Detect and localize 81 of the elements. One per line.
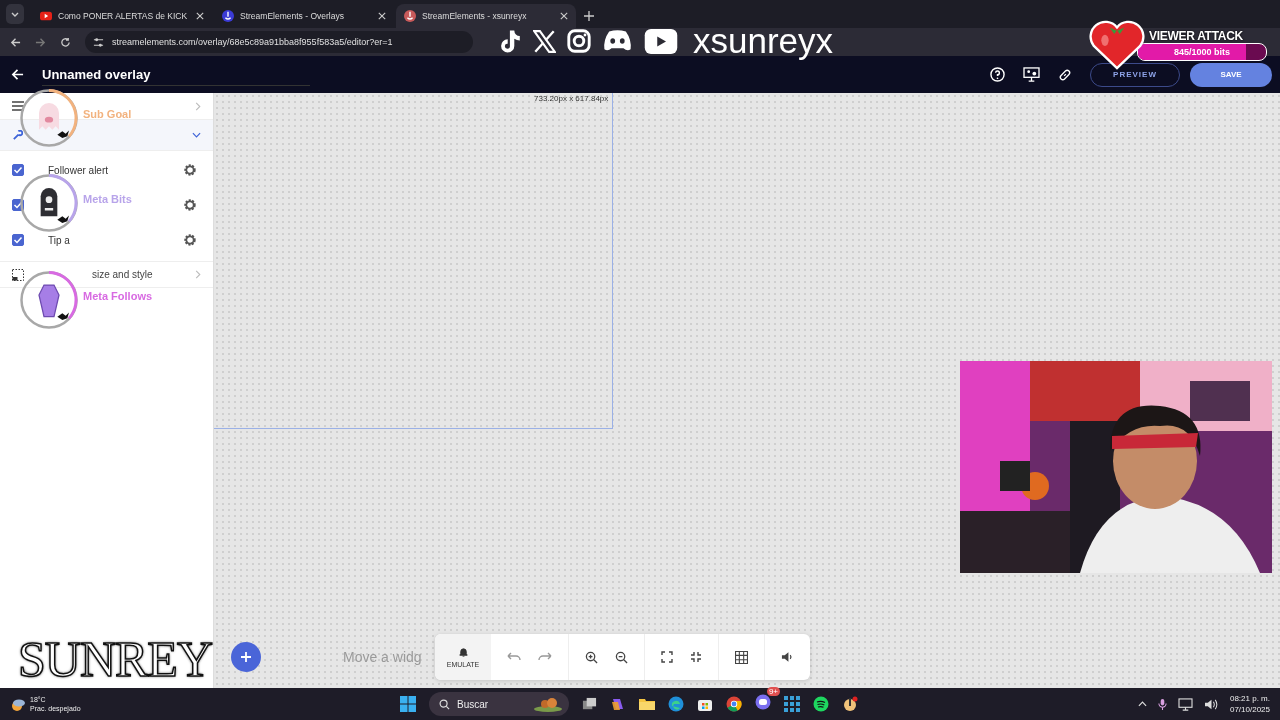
chat-app-icon[interactable] xyxy=(755,694,771,710)
microphone-icon[interactable] xyxy=(1157,697,1167,711)
coffin-icon xyxy=(19,270,79,330)
squirrel-icon xyxy=(533,696,563,712)
edge-browser-icon[interactable] xyxy=(668,696,684,712)
logo-text: SUNREY xyxy=(18,632,213,686)
forward-icon[interactable] xyxy=(35,36,46,48)
overlay-title[interactable]: Unnamed overlay xyxy=(42,63,311,86)
close-icon[interactable] xyxy=(560,12,568,20)
fullscreen-icon[interactable] xyxy=(661,651,673,663)
site-settings-icon[interactable] xyxy=(93,36,104,48)
music-note-icon xyxy=(500,28,522,54)
chevron-up-icon[interactable] xyxy=(1137,701,1147,707)
app-icon[interactable] xyxy=(842,696,858,712)
back-arrow-icon[interactable] xyxy=(11,68,24,81)
notification-badge: 9+ xyxy=(766,687,780,696)
bell-icon xyxy=(457,646,469,658)
wrench-icon xyxy=(12,129,23,141)
hint-text: Move a widg xyxy=(343,649,423,665)
tombstone-icon xyxy=(19,173,79,233)
settings-icon[interactable] xyxy=(183,233,197,247)
size-label: 733.20px x 617.84px xyxy=(534,94,609,103)
channel-handle: xsunreyx xyxy=(693,24,834,58)
redo-icon[interactable] xyxy=(538,652,552,662)
camera-icon xyxy=(567,29,591,53)
browser-tab[interactable]: Como PONER ALERTAS de KICK xyxy=(32,4,212,28)
selection-icon xyxy=(12,268,24,281)
chrome-icon[interactable] xyxy=(726,696,742,712)
menu-icon[interactable] xyxy=(12,101,24,111)
folder-icon[interactable] xyxy=(639,697,655,711)
exit-fullscreen-icon[interactable] xyxy=(690,651,702,663)
new-tab-icon[interactable] xyxy=(584,11,594,21)
alert-label: Follower alert xyxy=(48,164,109,176)
taskbar-search[interactable]: Buscar xyxy=(429,692,569,716)
apps-grid-icon[interactable] xyxy=(784,696,800,712)
back-icon[interactable] xyxy=(10,36,21,48)
browser-tab[interactable]: StreamElements - xsunreyx xyxy=(396,4,576,28)
speaker-icon[interactable] xyxy=(781,651,794,663)
spotify-icon[interactable] xyxy=(813,696,829,712)
clock-date[interactable]: 07/10/2025 xyxy=(1229,704,1270,715)
close-icon[interactable] xyxy=(196,12,204,20)
address-bar[interactable]: streamelements.com/overlay/68e5c89a91bba8f955f583a5/editor?er=1 xyxy=(85,31,473,53)
checkbox[interactable] xyxy=(12,199,24,211)
progress-text: 845/1000 bits xyxy=(1173,47,1230,57)
logo-icon xyxy=(404,10,416,22)
settings-icon[interactable] xyxy=(183,163,197,177)
save-button[interactable]: SAVE xyxy=(1190,62,1272,87)
logo-icon xyxy=(222,10,234,22)
clock-time[interactable]: 08:21 p. m. xyxy=(1229,693,1270,704)
reload-icon[interactable] xyxy=(60,36,71,48)
windows-start-icon[interactable] xyxy=(400,696,416,712)
tab-list-button[interactable] xyxy=(6,4,24,24)
link-icon[interactable] xyxy=(1058,67,1072,82)
browser-tab[interactable]: StreamElements - Overlays xyxy=(214,4,394,28)
checkbox[interactable] xyxy=(12,234,24,246)
plus-icon xyxy=(240,651,252,663)
volume-icon[interactable] xyxy=(1203,697,1219,711)
task-view-icon[interactable] xyxy=(582,696,597,712)
chevron-down-icon[interactable] xyxy=(192,132,201,138)
close-icon[interactable] xyxy=(378,12,386,20)
settings-icon[interactable] xyxy=(183,198,197,212)
checkbox[interactable] xyxy=(12,164,24,176)
viewer-attack-title: VIEWER ATTACK xyxy=(1148,29,1244,43)
undo-icon[interactable] xyxy=(507,652,521,662)
goal-title: Sub Goal xyxy=(83,108,132,120)
alert-label: Tip a xyxy=(48,234,70,246)
network-icon[interactable] xyxy=(1177,697,1193,711)
zoom-in-icon[interactable] xyxy=(585,650,598,664)
help-icon[interactable] xyxy=(990,67,1005,82)
ghost-icon xyxy=(19,88,79,148)
grid-icon[interactable] xyxy=(735,650,748,664)
zoom-out-icon[interactable] xyxy=(615,650,628,664)
section-label[interactable]: size and style xyxy=(92,269,153,280)
x-icon xyxy=(533,29,556,53)
copilot-icon[interactable] xyxy=(610,696,626,712)
play-icon xyxy=(40,10,52,22)
add-widget-button[interactable] xyxy=(231,642,261,672)
search-icon xyxy=(439,698,450,710)
monitor-settings-icon[interactable] xyxy=(1023,67,1040,82)
goal-title: Meta Bits xyxy=(83,193,132,205)
goal-title: Meta Follows xyxy=(83,290,153,302)
